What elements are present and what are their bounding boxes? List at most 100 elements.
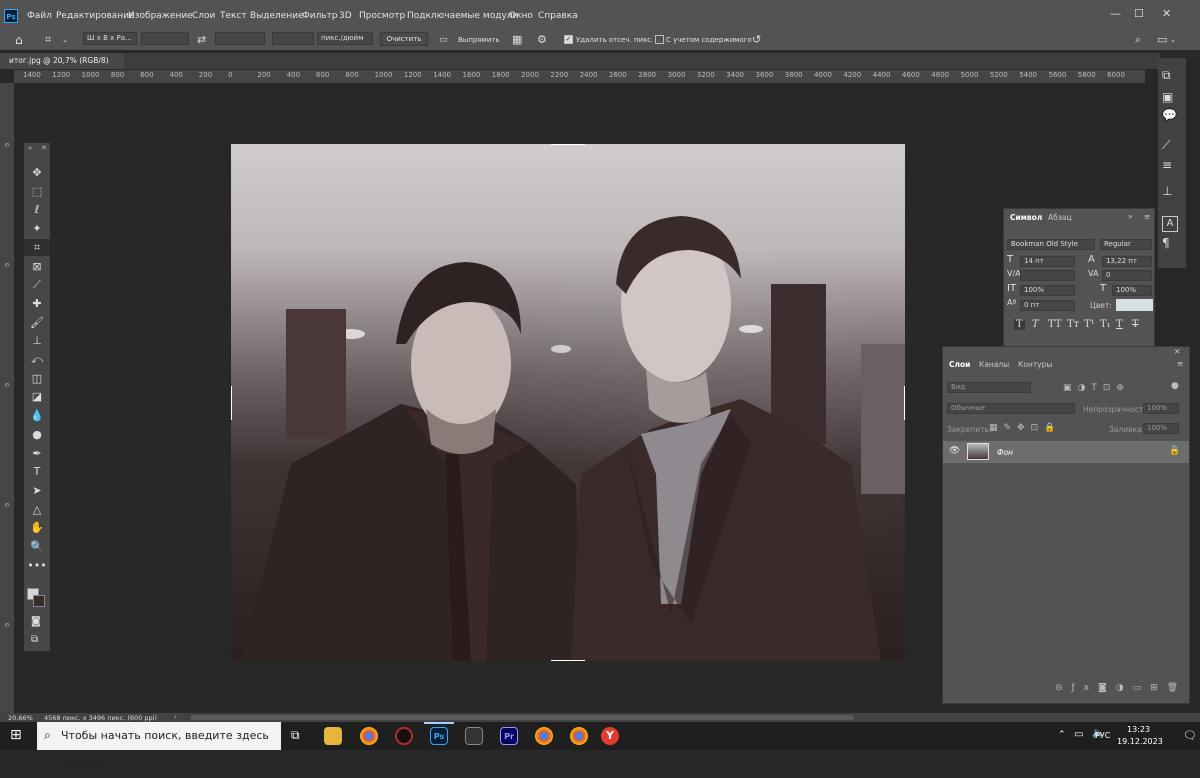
- premiere-icon[interactable]: Pr: [500, 727, 518, 745]
- history-brush-icon[interactable]: ⤺: [24, 351, 50, 368]
- chevron-right-icon[interactable]: ›: [174, 713, 177, 721]
- photoshop-taskbar-icon[interactable]: Ps: [430, 727, 448, 745]
- character-panel-icon[interactable]: A: [1162, 216, 1178, 232]
- chevron-down-icon[interactable]: ⌄: [62, 36, 68, 44]
- tab-paths[interactable]: Контуры: [1018, 360, 1052, 369]
- content-aware-checkbox[interactable]: [655, 35, 664, 44]
- tab-layers[interactable]: Слои: [949, 360, 970, 369]
- menu-3d[interactable]: 3D: [339, 11, 352, 21]
- layer-row[interactable]: 👁 Фон 🔒: [943, 441, 1189, 463]
- kerning-input[interactable]: [1020, 270, 1075, 281]
- bucket-icon[interactable]: ◪: [24, 388, 50, 405]
- frame-icon[interactable]: ⊠: [24, 258, 50, 275]
- baseline-shift-input[interactable]: 0 пт: [1020, 300, 1075, 311]
- menu-plugins[interactable]: Подключаемые модули: [407, 11, 518, 21]
- close-panel-icon[interactable]: ✕: [41, 144, 47, 152]
- panel-menu-icon[interactable]: ≡: [1177, 359, 1183, 368]
- clear-button[interactable]: Очистить: [380, 32, 428, 46]
- task-view-icon[interactable]: ⧉: [291, 728, 300, 743]
- lock-icon[interactable]: 🔒: [1169, 446, 1180, 456]
- blend-mode-select[interactable]: Обычные: [947, 403, 1075, 414]
- crop-handle-top-left[interactable]: [231, 144, 245, 158]
- crop-handle-bottom-left[interactable]: [231, 647, 245, 661]
- swap-icon[interactable]: ⇄: [197, 33, 206, 46]
- menu-image[interactable]: Изображение: [128, 11, 193, 21]
- pen-icon[interactable]: ✒: [24, 445, 50, 462]
- clapper-icon[interactable]: [465, 727, 483, 745]
- maximize-icon[interactable]: ☐: [1134, 7, 1144, 20]
- leading-input[interactable]: 13,22 пт: [1102, 256, 1152, 267]
- vertical-scale-input[interactable]: 100%: [1020, 285, 1075, 296]
- strikethrough-icon[interactable]: T: [1132, 319, 1139, 330]
- layer-name[interactable]: Фон: [997, 448, 1013, 457]
- dodge-icon[interactable]: ●: [24, 426, 50, 443]
- collapse-icon[interactable]: »: [28, 144, 32, 152]
- height-input[interactable]: [215, 32, 265, 45]
- search-icon[interactable]: ⌕: [1135, 33, 1141, 47]
- more-icon[interactable]: •••: [24, 557, 50, 574]
- stamp-icon[interactable]: ⊥: [24, 332, 50, 349]
- taskbar-search-input[interactable]: Чтобы начать поиск, введите здесь запрос: [37, 722, 281, 770]
- eyedropper-icon[interactable]: ⟋: [24, 276, 50, 293]
- tab-paragraph[interactable]: Абзац: [1048, 213, 1071, 222]
- menu-view[interactable]: Просмотр: [359, 11, 405, 21]
- menu-layers[interactable]: Слои: [192, 11, 215, 21]
- fill-input[interactable]: 100%: [1143, 423, 1179, 434]
- straighten-button[interactable]: Выпрямить: [458, 36, 500, 44]
- tracking-input[interactable]: 0: [1102, 270, 1152, 281]
- collapse-icon[interactable]: »: [1128, 212, 1133, 221]
- crop-handle-right[interactable]: [904, 386, 905, 420]
- chevron-up-icon[interactable]: ⌃: [1058, 730, 1066, 740]
- path-select-icon[interactable]: ➤: [24, 482, 50, 499]
- document-tab[interactable]: итог.jpg @ 20,7% (RGB/8) ×: [0, 53, 124, 81]
- type-icon[interactable]: T: [24, 463, 50, 480]
- menu-type[interactable]: Текст: [220, 11, 247, 21]
- menu-select[interactable]: Выделение: [250, 11, 304, 21]
- shape-icon[interactable]: △: [24, 501, 50, 518]
- eraser-icon[interactable]: ◫: [24, 370, 50, 387]
- clone-source-icon[interactable]: ⊥: [1162, 184, 1172, 198]
- chrome-icon[interactable]: [360, 727, 378, 745]
- healing-icon[interactable]: ✚: [24, 295, 50, 312]
- clock-time[interactable]: 13:23: [1127, 725, 1150, 734]
- menu-window[interactable]: Окно: [509, 11, 533, 21]
- minimize-icon[interactable]: —: [1110, 7, 1121, 20]
- underline-icon[interactable]: T: [1116, 319, 1123, 330]
- crop-icon[interactable]: ⌗: [24, 238, 50, 256]
- language-indicator[interactable]: РУС: [1095, 731, 1110, 740]
- crop-handle-bottom-right[interactable]: [891, 647, 905, 661]
- tab-channels[interactable]: Каналы: [979, 360, 1009, 369]
- tab-character[interactable]: Символ: [1010, 213, 1042, 222]
- resolution-input[interactable]: [272, 32, 314, 45]
- filter-toggle-icon[interactable]: ●: [1171, 381, 1179, 391]
- menu-help[interactable]: Справка: [538, 11, 578, 21]
- faux-bold-icon[interactable]: T: [1014, 319, 1025, 330]
- magic-wand-icon[interactable]: ✦: [24, 220, 50, 237]
- properties-icon[interactable]: ▣: [1162, 90, 1173, 104]
- subscript-icon[interactable]: T₁: [1100, 319, 1111, 330]
- menu-file[interactable]: Файл: [27, 11, 52, 21]
- opacity-input[interactable]: 100%: [1143, 403, 1179, 414]
- all-caps-icon[interactable]: TT: [1048, 319, 1062, 330]
- background-color-swatch[interactable]: [33, 595, 45, 607]
- faux-italic-icon[interactable]: T: [1032, 319, 1039, 330]
- lock-icons[interactable]: ▦✎✥⊡🔒: [989, 423, 1061, 433]
- crop-preset-icon[interactable]: ⌗: [45, 33, 51, 47]
- history-icon[interactable]: ⧉: [1162, 68, 1171, 83]
- layer-filter-input[interactable]: Вид: [947, 382, 1031, 393]
- blur-icon[interactable]: 💧: [24, 407, 50, 424]
- windows-start-icon[interactable]: ⊞: [10, 727, 22, 743]
- width-input[interactable]: [141, 32, 189, 45]
- crop-handle-left[interactable]: [231, 386, 232, 420]
- lasso-icon[interactable]: ℓ: [24, 201, 50, 218]
- move-icon[interactable]: ✥: [24, 164, 50, 181]
- text-color-swatch[interactable]: [1116, 299, 1153, 311]
- workspace-icon[interactable]: ▭: [1157, 33, 1167, 46]
- menu-filter[interactable]: Фильтр: [302, 11, 338, 21]
- adjustments-icon[interactable]: ≡: [1162, 158, 1172, 172]
- crop-handle-top-right[interactable]: [891, 144, 905, 158]
- yandex-icon[interactable]: Y: [601, 727, 619, 745]
- paragraph-panel-icon[interactable]: ¶: [1162, 236, 1170, 250]
- settings-gear-icon[interactable]: ⚙: [537, 33, 547, 46]
- small-caps-icon[interactable]: Tт: [1067, 319, 1079, 330]
